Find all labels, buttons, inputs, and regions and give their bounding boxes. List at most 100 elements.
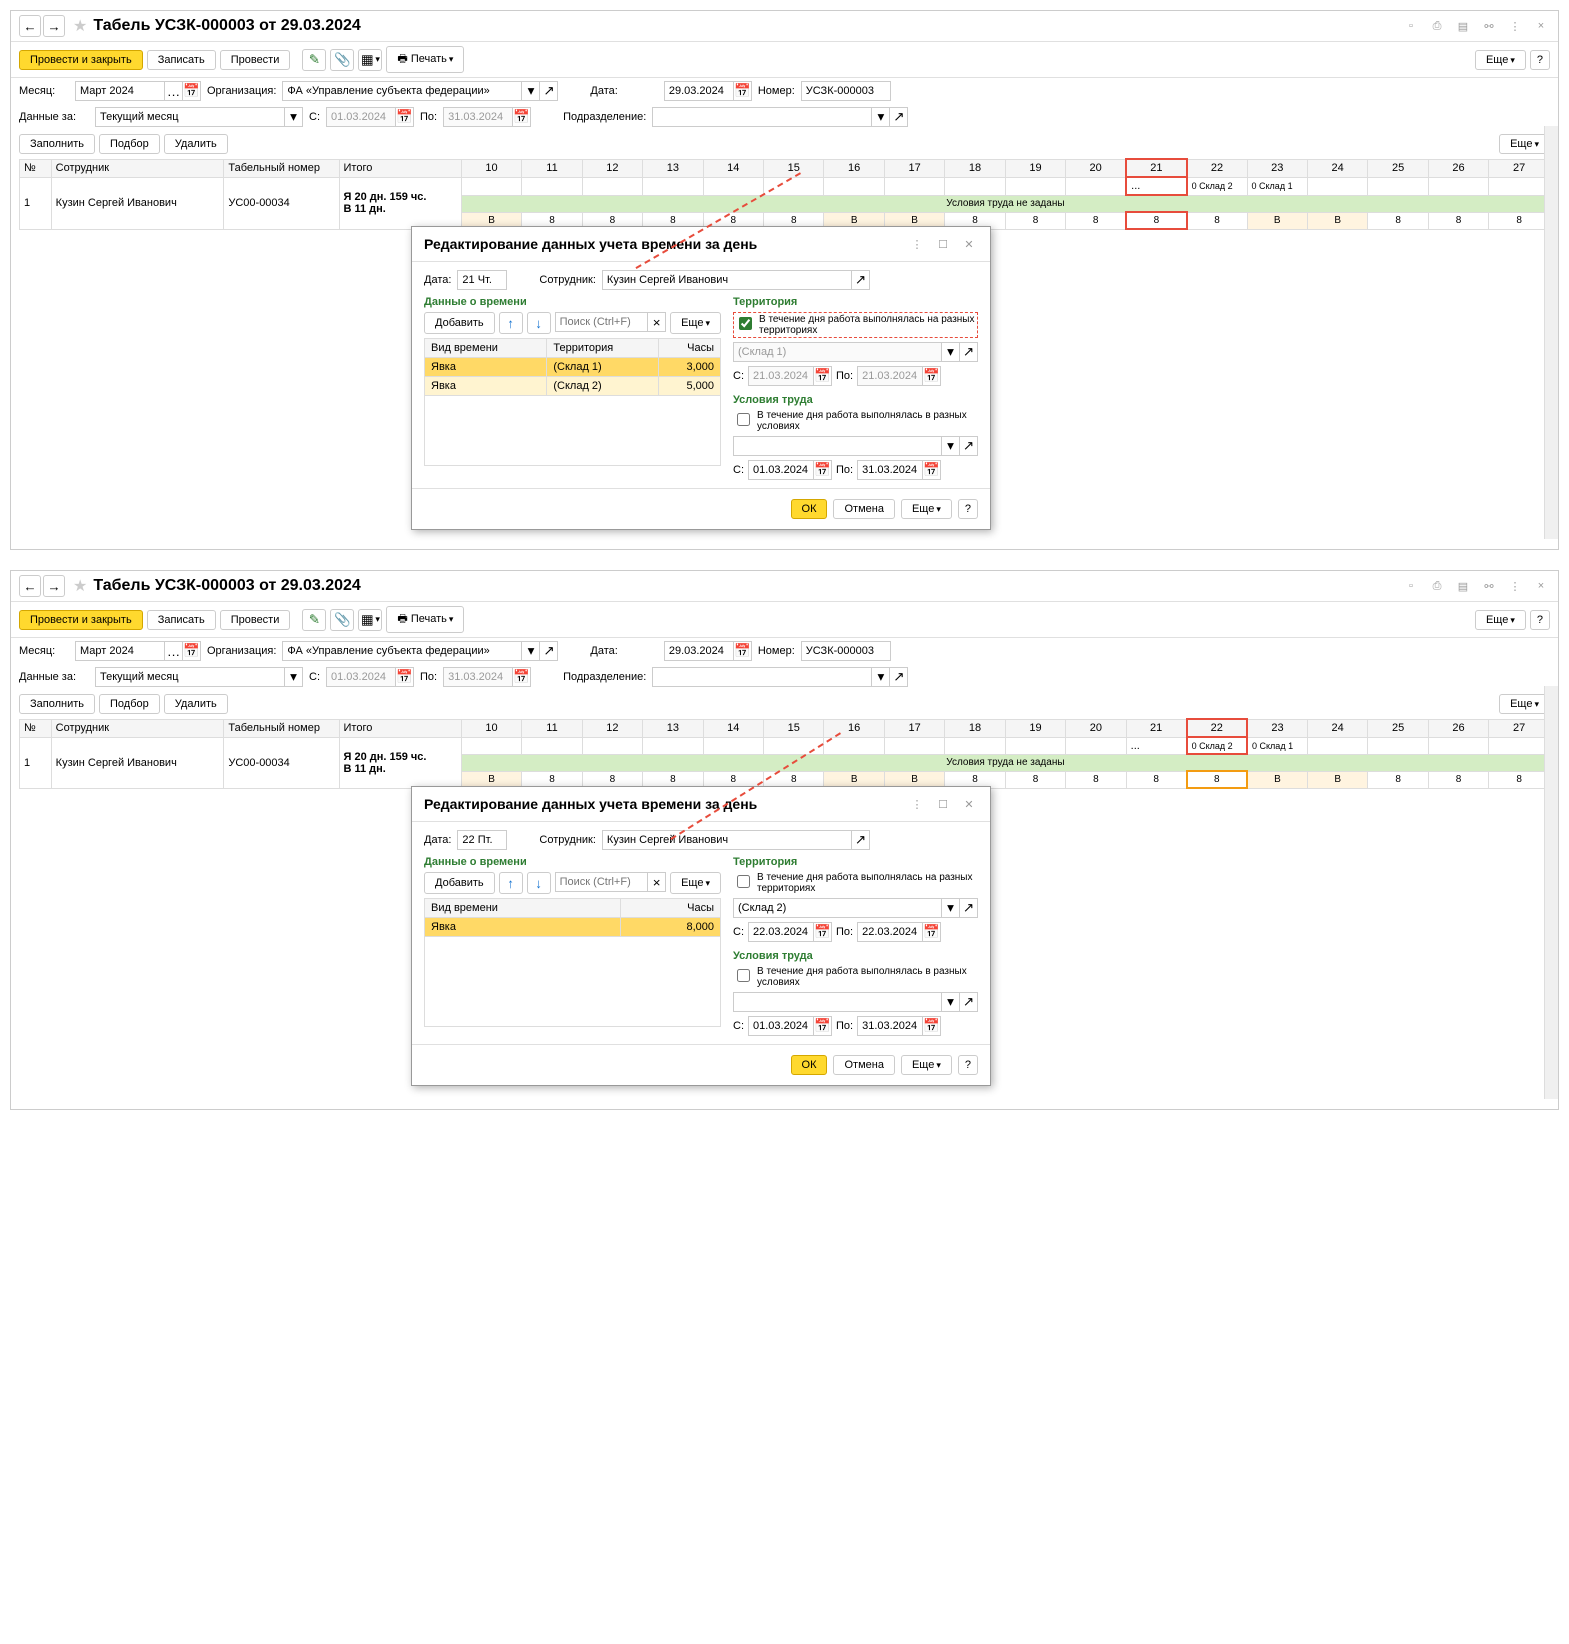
- report-icon[interactable]: ▤: [1454, 577, 1472, 595]
- subdiv-open[interactable]: ↗: [890, 107, 908, 127]
- close-icon[interactable]: ×: [1532, 17, 1550, 35]
- post-button[interactable]: Провести: [220, 50, 291, 70]
- month-input[interactable]: [75, 81, 165, 101]
- move-up-icon[interactable]: ↑: [499, 872, 523, 894]
- dlg-footer-more[interactable]: Еще: [901, 499, 952, 519]
- date-calendar[interactable]: 📅: [734, 81, 752, 101]
- dlg-maximize-icon[interactable]: ☐: [934, 235, 952, 253]
- write-button[interactable]: Записать: [147, 50, 216, 70]
- pf-cal[interactable]: 📅: [396, 107, 414, 127]
- cond-from[interactable]: [748, 460, 814, 480]
- register-icon[interactable]: ▦: [358, 609, 382, 631]
- nav-back-button[interactable]: ←: [19, 15, 41, 37]
- post-button[interactable]: Провести: [220, 610, 291, 630]
- cancel-button[interactable]: Отмена: [833, 499, 894, 519]
- search-input[interactable]: [555, 872, 648, 892]
- terr-select[interactable]: [733, 898, 942, 918]
- grid-more-button[interactable]: Еще: [1499, 134, 1550, 154]
- month-calendar[interactable]: 📅: [183, 81, 201, 101]
- search-input[interactable]: [555, 312, 648, 332]
- dlg-more-icon[interactable]: ⋮: [908, 795, 926, 813]
- move-down-icon[interactable]: ↓: [527, 872, 551, 894]
- dlg-more-button[interactable]: Еще: [670, 312, 721, 334]
- terr-select[interactable]: [733, 342, 942, 362]
- register-icon[interactable]: ▦: [358, 49, 382, 71]
- number-input[interactable]: [801, 641, 891, 661]
- org-input[interactable]: [282, 81, 522, 101]
- nav-forward-button[interactable]: →: [43, 15, 65, 37]
- scrollbar[interactable]: [1544, 686, 1558, 1099]
- month-ellipsis[interactable]: …: [165, 81, 183, 101]
- help-button[interactable]: ?: [1530, 610, 1550, 630]
- link-icon[interactable]: ⚯: [1480, 17, 1498, 35]
- write-button[interactable]: Записать: [147, 610, 216, 630]
- month-input[interactable]: [75, 641, 165, 661]
- save-icon[interactable]: ▫: [1402, 17, 1420, 35]
- save-icon[interactable]: ▫: [1402, 577, 1420, 595]
- fill-button[interactable]: Заполнить: [19, 134, 95, 154]
- nav-forward-button[interactable]: →: [43, 575, 65, 597]
- subdiv-dropdown[interactable]: ▾: [872, 107, 890, 127]
- ok-button[interactable]: ОК: [791, 499, 828, 519]
- dlg-close-icon[interactable]: ✕: [960, 795, 978, 813]
- emp-row[interactable]: 1 Кузин Сергей Иванович УС00-00034 Я 20 …: [20, 177, 1550, 195]
- report-icon[interactable]: ▤: [1454, 17, 1472, 35]
- pick-button[interactable]: Подбор: [99, 134, 160, 154]
- scrollbar[interactable]: [1544, 126, 1558, 539]
- cancel-button[interactable]: Отмена: [833, 1055, 894, 1075]
- move-up-icon[interactable]: ↑: [499, 312, 523, 334]
- terr-checkbox[interactable]: [739, 317, 752, 330]
- ok-button[interactable]: ОК: [791, 1055, 828, 1075]
- highlight-icon[interactable]: ✎: [302, 609, 326, 631]
- terr-to[interactable]: [857, 366, 923, 386]
- more-button[interactable]: Еще: [1475, 610, 1526, 630]
- print-button[interactable]: 🖶 Печать: [386, 46, 464, 73]
- post-close-button[interactable]: Провести и закрыть: [19, 610, 143, 630]
- search-clear[interactable]: ×: [648, 312, 666, 332]
- highlight-icon[interactable]: ✎: [302, 49, 326, 71]
- add-button[interactable]: Добавить: [424, 872, 495, 894]
- datafor-input[interactable]: [95, 107, 285, 127]
- dlg-emp-open[interactable]: ↗: [852, 270, 870, 290]
- cond-checkbox[interactable]: [737, 969, 750, 982]
- cond-to[interactable]: [857, 460, 923, 480]
- dlg-emp-input[interactable]: [602, 270, 852, 290]
- dlg-maximize-icon[interactable]: ☐: [934, 795, 952, 813]
- timesheet-grid[interactable]: № Сотрудник Табельный номер Итого 101112…: [19, 158, 1550, 230]
- star-icon[interactable]: ★: [73, 16, 87, 36]
- org-input[interactable]: [282, 641, 522, 661]
- print-icon[interactable]: ⎙: [1428, 577, 1446, 595]
- add-button[interactable]: Добавить: [424, 312, 495, 334]
- close-icon[interactable]: ×: [1532, 577, 1550, 595]
- terr-checkbox[interactable]: [737, 875, 750, 888]
- cond-select[interactable]: [733, 992, 942, 1012]
- nav-back-button[interactable]: ←: [19, 575, 41, 597]
- period-to-input[interactable]: [443, 107, 513, 127]
- cond-checkbox[interactable]: [737, 413, 750, 426]
- more-icon[interactable]: ⋮: [1506, 577, 1524, 595]
- print-icon[interactable]: ⎙: [1428, 17, 1446, 35]
- terr-from[interactable]: [748, 366, 814, 386]
- star-icon[interactable]: ★: [73, 576, 87, 596]
- cond-select[interactable]: [733, 436, 942, 456]
- attach-icon[interactable]: 📎: [330, 609, 354, 631]
- dlg-date-input[interactable]: [457, 270, 507, 290]
- org-open[interactable]: ↗: [540, 81, 558, 101]
- org-dropdown[interactable]: ▾: [522, 81, 540, 101]
- datafor-dropdown[interactable]: ▾: [285, 107, 303, 127]
- pt-cal[interactable]: 📅: [513, 107, 531, 127]
- dlg-emp-input[interactable]: [602, 830, 852, 850]
- help-button[interactable]: ?: [1530, 50, 1550, 70]
- subdiv-input[interactable]: [652, 107, 872, 127]
- date-input[interactable]: [664, 81, 734, 101]
- more-button[interactable]: Еще: [1475, 50, 1526, 70]
- dlg-date-input[interactable]: [457, 830, 507, 850]
- move-down-icon[interactable]: ↓: [527, 312, 551, 334]
- terr-from[interactable]: [748, 922, 814, 942]
- dlg-more-icon[interactable]: ⋮: [908, 235, 926, 253]
- terr-to[interactable]: [857, 922, 923, 942]
- dlg-help[interactable]: ?: [958, 499, 978, 519]
- print-button[interactable]: 🖶 Печать: [386, 606, 464, 633]
- period-from-input[interactable]: [326, 107, 396, 127]
- more-icon[interactable]: ⋮: [1506, 17, 1524, 35]
